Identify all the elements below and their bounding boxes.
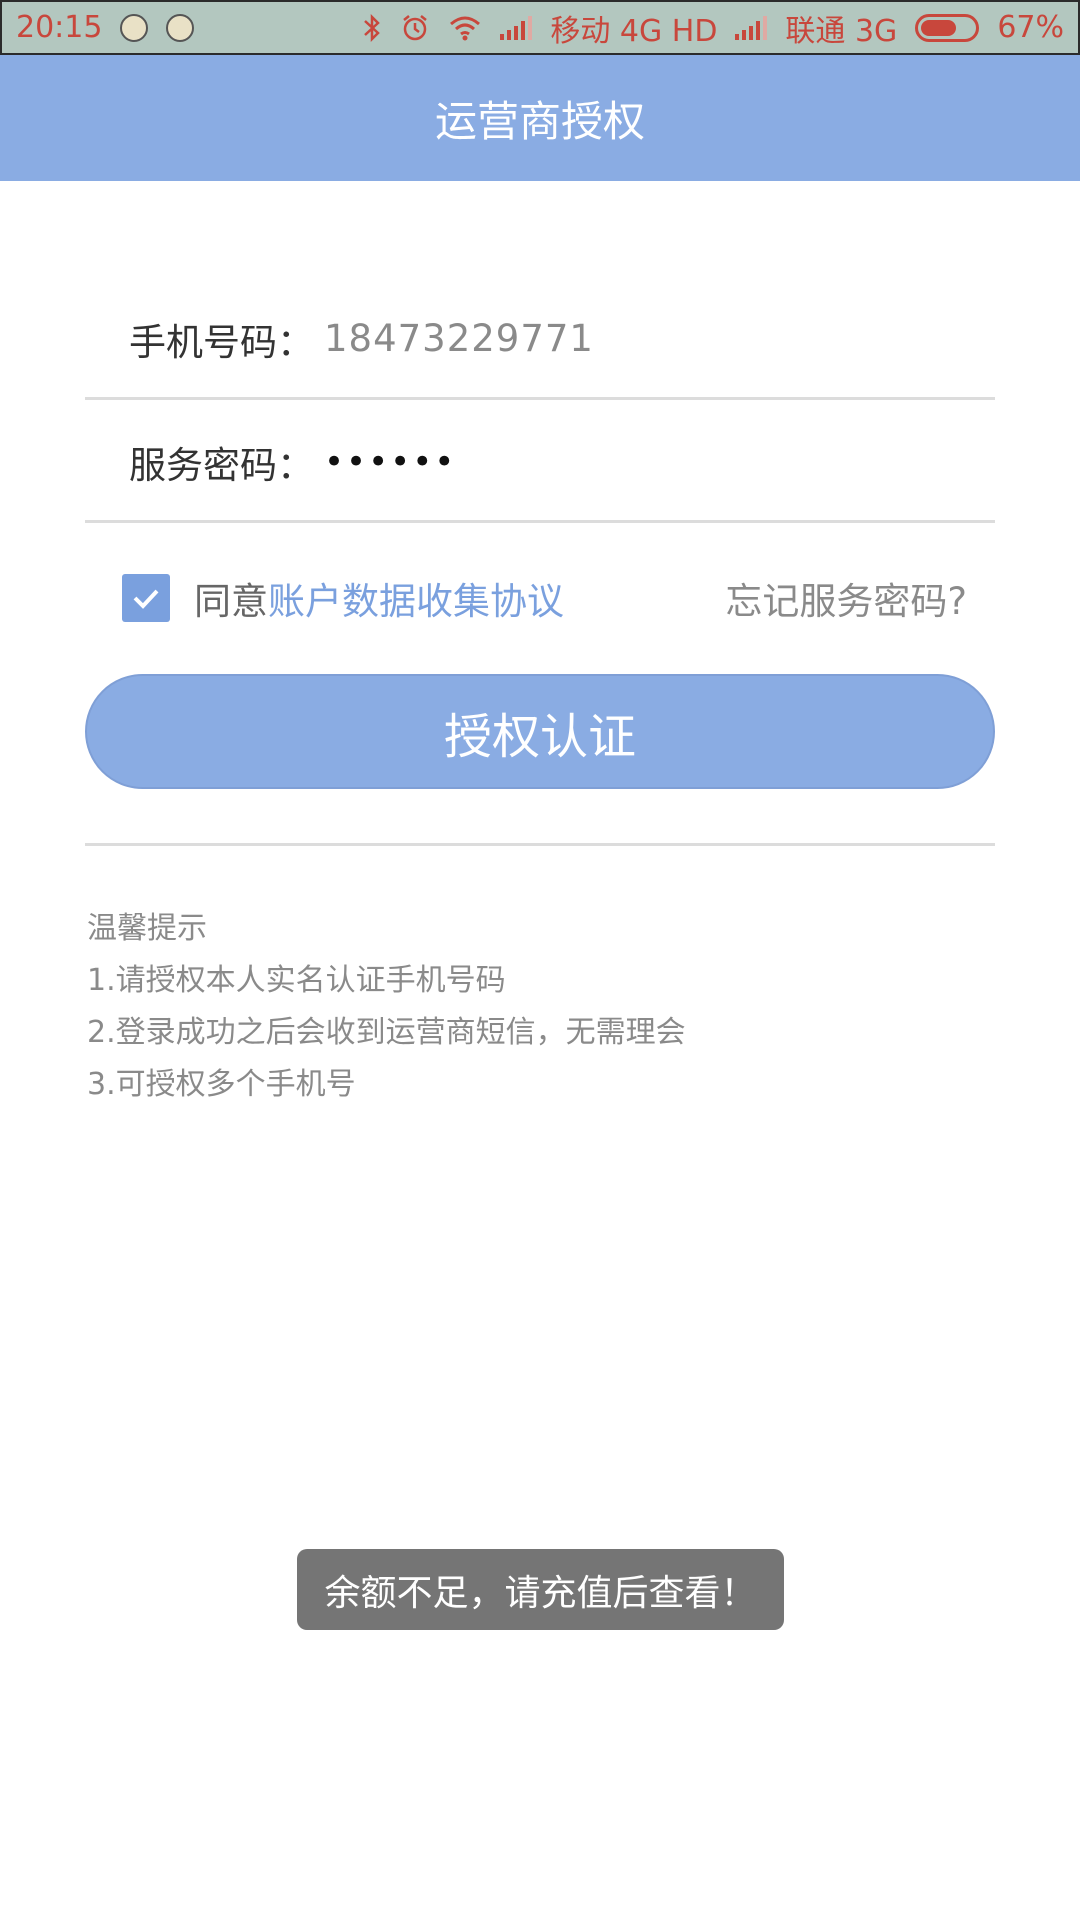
phone-label: 手机号码： (129, 320, 314, 364)
signal-icon (735, 15, 768, 40)
agreement-link[interactable]: 账户数据收集协议 (268, 571, 564, 625)
tip-item: 2.登录成功之后会收到运营商短信，无需理会 (87, 1015, 686, 1050)
alarm-icon (400, 13, 430, 43)
carrier-1-name: 移动 (550, 13, 611, 49)
status-time: 20:15 (16, 10, 103, 45)
carrier-2-name: 联通 (785, 13, 846, 49)
agreement-checkbox[interactable] (122, 574, 170, 622)
password-row[interactable]: 服务密码： •••••• (85, 403, 995, 523)
agreement-row: 同意 账户数据收集协议 忘记服务密码? (122, 565, 967, 631)
authorize-button[interactable]: 授权认证 (85, 674, 995, 789)
wifi-icon (448, 14, 482, 42)
app-notification-icon (166, 13, 195, 42)
signal-icon (500, 15, 533, 40)
forgot-password-link[interactable]: 忘记服务密码? (725, 571, 967, 625)
phone-row[interactable]: 手机号码： 18473229771 (85, 280, 995, 400)
carrier-2: 联通 3G (785, 6, 897, 50)
phone-input[interactable]: 18473229771 (324, 317, 594, 360)
agreement-prefix: 同意 (194, 580, 268, 623)
password-input[interactable]: •••••• (324, 442, 456, 482)
divider (85, 843, 995, 846)
status-bar-left: 20:15 (16, 10, 195, 45)
toast-message: 余额不足，请充值后查看！ (297, 1549, 784, 1630)
authorize-button-label: 授权认证 (443, 708, 636, 765)
battery-level (921, 19, 957, 36)
page-title: 运营商授权 (434, 96, 645, 146)
app-header: 运营商授权 (0, 55, 1080, 181)
bluetooth-icon (362, 13, 382, 43)
check-icon (133, 589, 159, 609)
carrier-1-network: 4G HD (619, 13, 718, 49)
toast-text: 余额不足，请充值后查看！ (324, 1572, 757, 1614)
battery-percent: 67% (997, 10, 1064, 45)
carrier-2-network: 3G (854, 13, 898, 49)
tip-item: 3.可授权多个手机号 (87, 1067, 356, 1102)
tips-section: 温馨提示 1.请授权本人实名认证手机号码 2.登录成功之后会收到运营商短信，无需… (87, 903, 987, 1111)
password-label: 服务密码： (129, 443, 314, 487)
tips-title: 温馨提示 (87, 911, 207, 946)
tip-item: 1.请授权本人实名认证手机号码 (87, 963, 506, 998)
battery-icon (915, 13, 980, 42)
status-bar: 20:15 移动 4G HD 联通 3G 67% (0, 0, 1080, 55)
carrier-1: 移动 4G HD (550, 6, 717, 50)
app-notification-icon (120, 13, 149, 42)
status-bar-right: 移动 4G HD 联通 3G 67% (362, 6, 1064, 50)
